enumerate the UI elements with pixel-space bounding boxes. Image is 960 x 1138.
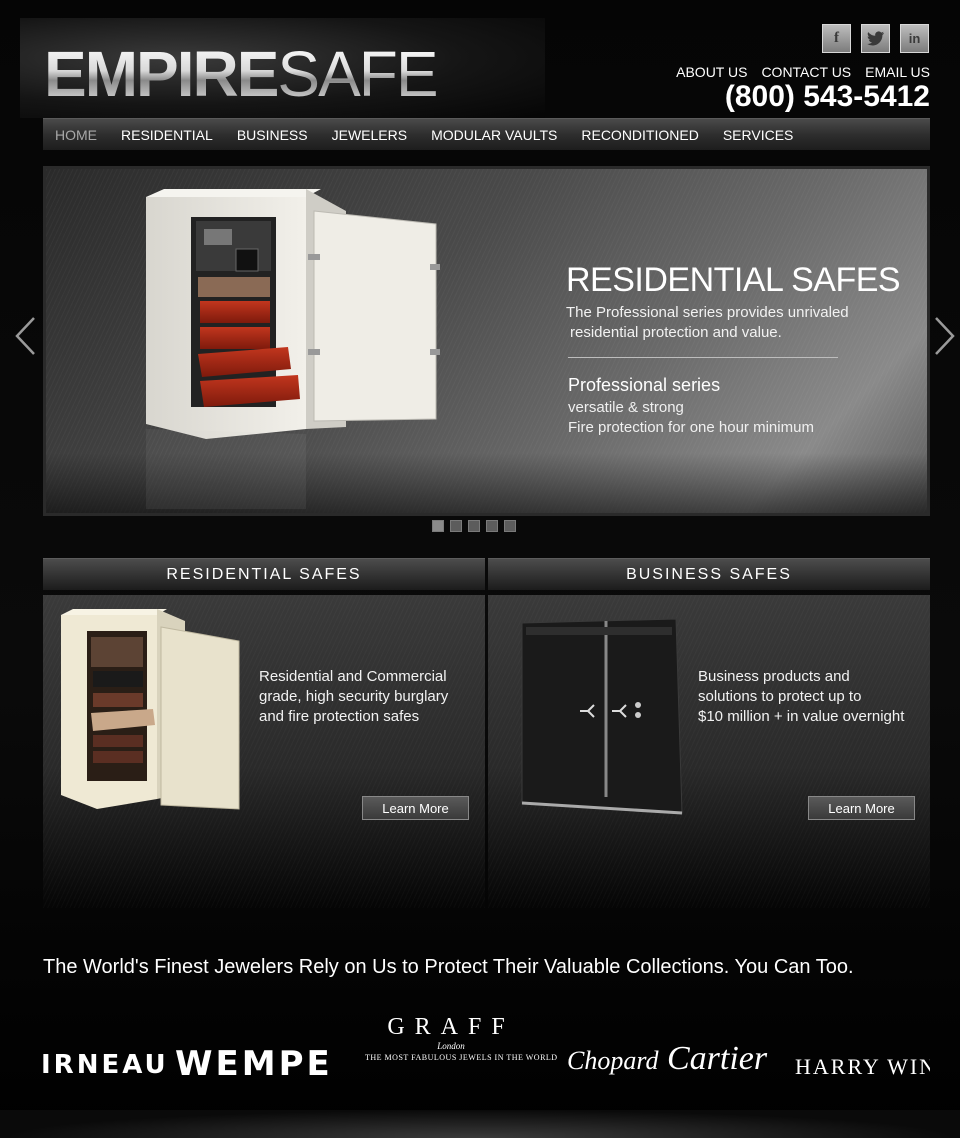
slide-feature-2: Fire protection for one hour minimum — [568, 419, 814, 436]
contact-us-link[interactable]: CONTACT US — [761, 64, 851, 80]
brand-logo-1[interactable]: IRNEAU — [43, 1050, 169, 1080]
slide-divider — [568, 357, 838, 358]
graff-city: London — [437, 1041, 465, 1051]
brand-logo-cartier[interactable]: Cartier — [667, 1040, 767, 1078]
business-learn-more-button[interactable]: Learn More — [808, 796, 915, 820]
slider-dot[interactable] — [432, 520, 444, 532]
nav-item-business[interactable]: BUSINESS — [237, 127, 308, 143]
logo-light-text: SAFE — [277, 38, 438, 110]
slider-dot[interactable] — [504, 520, 516, 532]
main-nav: HOME RESIDENTIAL BUSINESS JEWELERS MODUL… — [43, 118, 930, 150]
slide-description: The Professional series provides unrival… — [566, 303, 886, 343]
business-safe-thumb-image — [521, 618, 683, 815]
business-panel-body: Business products and solutions to prote… — [488, 595, 930, 908]
linkedin-icon[interactable]: in — [900, 24, 929, 53]
email-us-link[interactable]: EMAIL US — [865, 64, 930, 80]
residential-safe-image — [146, 189, 440, 509]
slider-next-arrow-icon[interactable] — [934, 316, 956, 356]
slide-description-line-1: The Professional series provides unrival… — [566, 304, 849, 321]
slide-subtitle: Professional series — [568, 375, 721, 395]
slide-description-line-2: residential protection and value. — [570, 324, 782, 341]
slider-prev-arrow-icon[interactable] — [14, 316, 36, 356]
nav-item-services[interactable]: SERVICES — [723, 127, 794, 143]
about-us-link[interactable]: ABOUT US — [676, 64, 747, 80]
brand-logo-wempe[interactable]: WEMPE — [175, 1044, 333, 1084]
nav-item-residential[interactable]: RESIDENTIAL — [121, 127, 213, 143]
business-safes-panel: BUSINESS SAFES Business products and sol… — [488, 558, 930, 908]
residential-text-line-3: and fire protection safes — [259, 708, 420, 725]
graff-wordmark: GRAFF — [387, 1014, 515, 1040]
jeweler-logos-strip: IRNEAU WEMPE GRAFF London THE MOST FABUL… — [43, 1010, 930, 1090]
nav-item-modular-vaults[interactable]: MODULAR VAULTS — [431, 127, 557, 143]
residential-panel-body: Residential and Commercial grade, high s… — [43, 595, 485, 908]
slider-pagination — [432, 520, 516, 532]
business-panel-title[interactable]: BUSINESS SAFES — [488, 558, 930, 590]
residential-panel-title[interactable]: RESIDENTIAL SAFES — [43, 558, 485, 590]
residential-panel-text: Residential and Commercial grade, high s… — [259, 667, 448, 727]
business-panel-text: Business products and solutions to prote… — [698, 667, 904, 727]
slider-dot[interactable] — [450, 520, 462, 532]
residential-text-line-2: grade, high security burglary — [259, 688, 449, 705]
residential-learn-more-button[interactable]: Learn More — [362, 796, 469, 820]
twitter-bird-glyph — [866, 31, 884, 46]
social-links: f in — [822, 24, 929, 53]
graff-tagline: THE MOST FABULOUS JEWELS IN THE WORLD — [365, 1053, 558, 1062]
residential-safes-panel: RESIDENTIAL SAFES Residential and Commer… — [43, 558, 485, 908]
residential-safe-thumb-image — [61, 609, 240, 810]
hero-slider[interactable]: RESIDENTIAL SAFES The Professional serie… — [43, 166, 930, 516]
brand-logo-graff[interactable]: GRAFF London THE MOST FABULOUS JEWELS IN… — [365, 1014, 558, 1062]
nav-item-home[interactable]: HOME — [55, 127, 97, 143]
residential-text-line-1: Residential and Commercial — [259, 668, 447, 685]
brand-logo-harry-winston[interactable]: HARRY WIN — [795, 1054, 930, 1080]
nav-item-reconditioned[interactable]: RECONDITIONED — [581, 127, 698, 143]
twitter-icon[interactable] — [861, 24, 890, 53]
business-text-line-2: solutions to protect up to — [698, 688, 862, 705]
slide-feature-1: versatile & strong — [568, 399, 684, 416]
brand-logo-chopard[interactable]: Chopard — [567, 1046, 659, 1076]
jewelers-tagline: The World's Finest Jewelers Rely on Us t… — [43, 956, 854, 978]
top-links: ABOUT US CONTACT US EMAIL US — [676, 64, 930, 80]
footer-glow — [0, 1110, 960, 1138]
site-logo[interactable]: EMPIRE SAFE — [44, 36, 439, 110]
slide-title: RESIDENTIAL SAFES — [566, 261, 901, 299]
business-text-line-1: Business products and — [698, 668, 850, 685]
phone-number[interactable]: (800) 543-5412 — [725, 80, 930, 114]
slider-dot[interactable] — [486, 520, 498, 532]
nav-item-jewelers[interactable]: JEWELERS — [332, 127, 407, 143]
logo-bold-text: EMPIRE — [44, 38, 279, 110]
slider-dot[interactable] — [468, 520, 480, 532]
business-text-line-3: $10 million + in value overnight — [698, 708, 905, 725]
facebook-icon[interactable]: f — [822, 24, 851, 53]
